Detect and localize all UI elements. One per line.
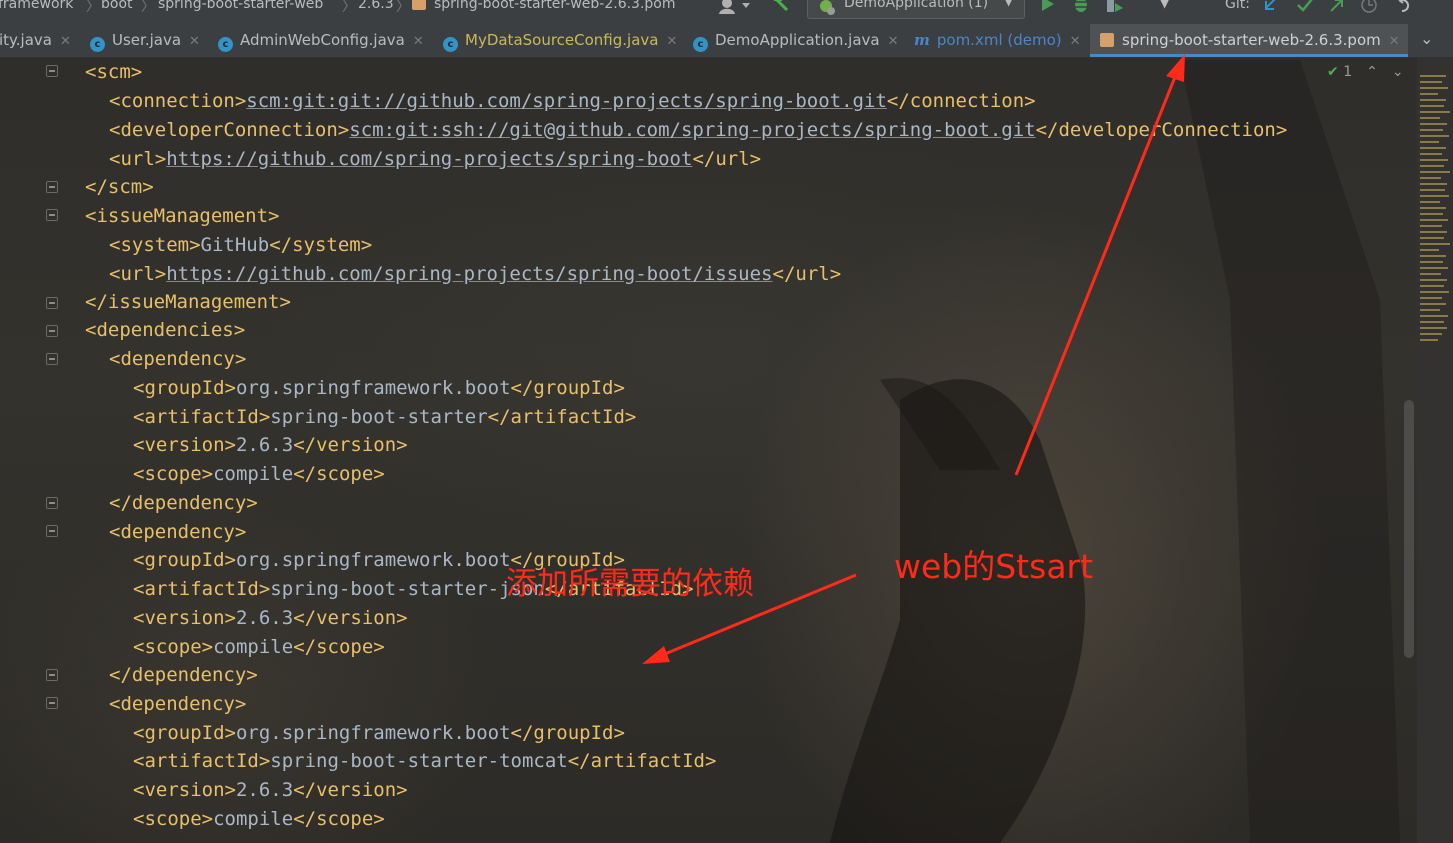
annotation-arrowhead [1166,54,1185,82]
annotation-arrow-to-tab [1014,71,1179,476]
annotation-arrowhead [642,646,670,664]
annotation-add-dependencies: 添加所需要的依赖 [506,566,754,602]
annotation-arrows [642,54,1185,664]
annotation-web-start: web的Stsart [894,547,1094,586]
